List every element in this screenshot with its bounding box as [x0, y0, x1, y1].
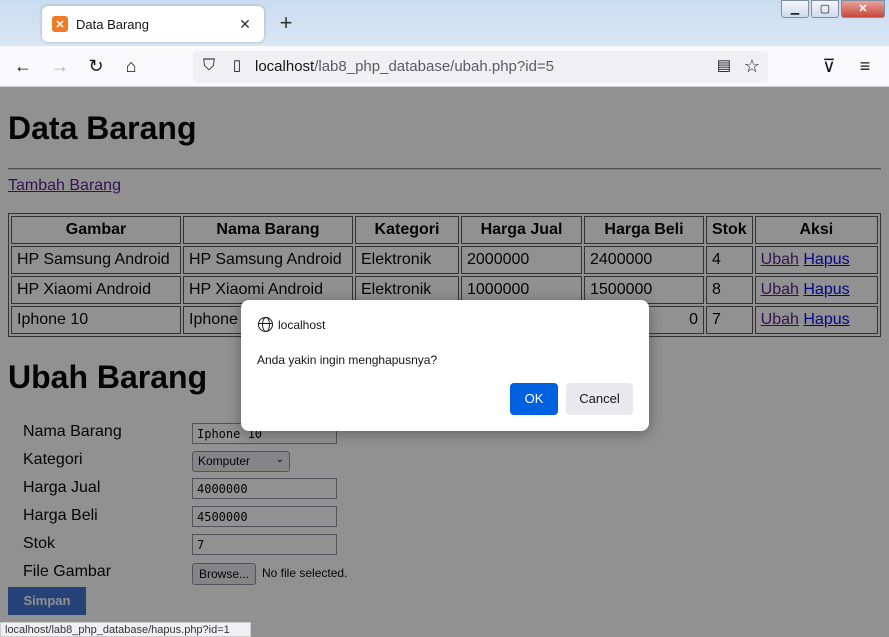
url-bar[interactable]: ⛉ ▯ localhost/lab8_php_database/ubah.php…	[193, 51, 768, 82]
window-controls: ▁ ▢ ✕	[779, 0, 885, 18]
window-close-icon[interactable]: ✕	[841, 0, 885, 18]
reload-icon[interactable]: ↻	[84, 54, 108, 78]
tab-data-barang[interactable]: ✕ Data Barang ✕	[42, 6, 264, 42]
status-bar-url: localhost/lab8_php_database/hapus.php?id…	[0, 622, 251, 637]
menu-icon[interactable]: ≡	[853, 54, 877, 78]
url-host: localhost	[255, 58, 315, 75]
maximize-icon[interactable]: ▢	[811, 0, 839, 18]
tab-close-icon[interactable]: ✕	[236, 16, 254, 33]
xampp-favicon-icon: ✕	[52, 16, 68, 32]
browser-titlebar: ✕ Data Barang ✕ + ▁ ▢ ✕	[0, 0, 889, 46]
back-icon[interactable]: ←	[11, 54, 35, 78]
forward-icon[interactable]: →	[48, 54, 72, 78]
bookmark-star-icon[interactable]: ☆	[740, 54, 764, 78]
page-icon: ▯	[232, 57, 242, 74]
dialog-origin: localhost	[278, 318, 326, 332]
cancel-button[interactable]: Cancel	[566, 383, 633, 415]
reader-view-icon[interactable]: ▤	[712, 54, 736, 78]
globe-icon	[258, 317, 273, 332]
shield-icon[interactable]: ⛉	[197, 54, 221, 78]
tab-title: Data Barang	[76, 16, 149, 32]
url-path: /lab8_php_database/ubah.php?id=5	[314, 58, 555, 75]
pocket-icon[interactable]: ⊽	[817, 54, 841, 78]
ok-button[interactable]: OK	[510, 383, 558, 415]
minimize-icon[interactable]: ▁	[781, 0, 809, 18]
new-tab-button[interactable]: +	[275, 12, 297, 34]
navigation-toolbar: ← → ↻ ⌂ ⛉ ▯ localhost/lab8_php_database/…	[0, 46, 889, 87]
dialog-message: Anda yakin ingin menghapusnya?	[257, 353, 438, 367]
url-text[interactable]: localhost/lab8_php_database/ubah.php?id=…	[255, 58, 554, 75]
home-icon[interactable]: ⌂	[119, 54, 143, 78]
confirm-dialog: localhost Anda yakin ingin menghapusnya?…	[241, 300, 649, 431]
